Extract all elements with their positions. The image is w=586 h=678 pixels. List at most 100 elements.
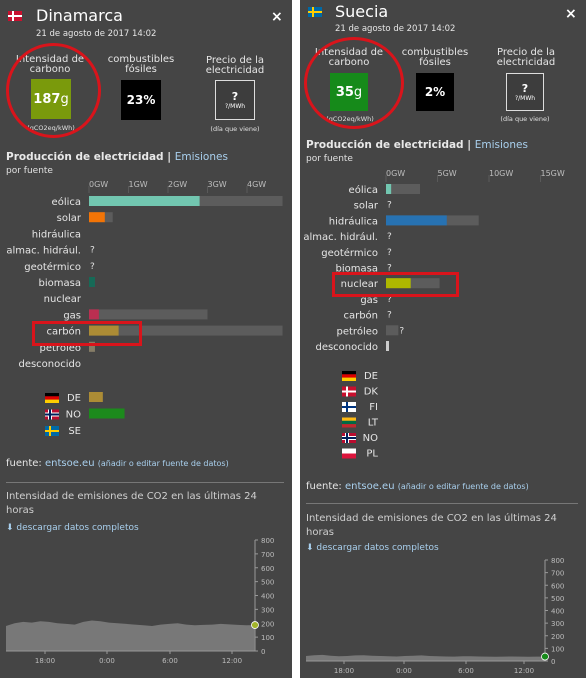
edit-source-link[interactable]: (añadir o editar fuente de datos) xyxy=(98,459,229,468)
emissions-link[interactable]: Emisiones xyxy=(475,139,528,151)
edit-source-link[interactable]: (añadir o editar fuente de datos) xyxy=(398,482,529,491)
y-tick-label: 800 xyxy=(551,557,564,565)
flag-icon-no xyxy=(45,409,59,420)
country-title: Suecia xyxy=(335,2,389,21)
separator: | xyxy=(167,151,172,163)
price-note: (día que viene) xyxy=(500,115,550,123)
flag-part xyxy=(45,430,59,432)
download-link[interactable]: ⬇ descargar datos completos xyxy=(306,543,439,553)
flag-icon-se xyxy=(45,426,59,436)
exchange-country-code: NO xyxy=(363,433,378,444)
production-title: Producción de electricidad xyxy=(6,151,164,163)
highlight-rect-nuclear xyxy=(332,272,459,297)
axis-tick-label: 15GW xyxy=(541,169,565,178)
divider xyxy=(306,503,578,504)
unknown-mark: ? xyxy=(387,232,392,242)
axis-tick-label: 2GW xyxy=(168,180,187,189)
history-chart: 800 700 600 500 400 300 200 100 0 18:00 0:00 6:00 12… xyxy=(6,537,274,665)
source-label: hidráulica xyxy=(329,215,378,227)
exchange-row: DE xyxy=(342,371,378,382)
fossil-fuels-value: 23% xyxy=(126,93,156,107)
unknown-mark: ? xyxy=(399,326,404,336)
electricity-price-value: ? xyxy=(231,90,239,103)
x-tick-label: 0:00 xyxy=(396,667,412,675)
electricity-price-label: Precio de la electricidad xyxy=(496,47,556,68)
country-panel-denmark: Dinamarca × 21 de agosto de 2017 14:02 I… xyxy=(0,0,292,678)
highlight-rect-coal xyxy=(32,321,142,346)
close-icon[interactable]: × xyxy=(565,6,577,22)
flag-icon-denmark xyxy=(8,11,22,21)
history-title: Intensidad de emisiones de CO2 en las úl… xyxy=(6,491,257,516)
unknown-mark: ? xyxy=(387,201,392,211)
x-tick-label: 18:00 xyxy=(35,657,55,665)
exchange-country-code: PL xyxy=(366,449,378,460)
production-bar xyxy=(386,184,392,194)
electricity-price-value: ? xyxy=(521,82,529,95)
by-source-label: por fuente xyxy=(306,154,353,164)
fossil-fuels-value-box[interactable]: 23% xyxy=(121,80,161,120)
country-panel-sweden: Suecia × 21 de agosto de 2017 14:02 Inte… xyxy=(300,0,586,678)
exchange-row: NO xyxy=(342,433,378,444)
source-label: desconocido xyxy=(315,342,378,353)
x-tick-label: 6:00 xyxy=(162,657,178,665)
source-label: desconocido xyxy=(18,359,81,370)
production-header: Producción de electricidad | Emisiones xyxy=(6,151,228,163)
y-tick-label: 100 xyxy=(551,645,564,653)
production-bar xyxy=(386,215,447,226)
datetime: 21 de agosto de 2017 14:02 xyxy=(36,29,157,39)
production-bar xyxy=(89,212,105,223)
flag-icon-pl xyxy=(342,448,356,459)
production-bar xyxy=(386,341,389,351)
axis-tick-label: 0GW xyxy=(386,169,405,178)
source-label: biomasa xyxy=(39,278,81,289)
y-tick-label: 300 xyxy=(261,606,274,614)
price-note: (día que viene) xyxy=(210,125,260,133)
country-title: Dinamarca xyxy=(36,6,123,25)
production-chart: 0GW 1GW 2GW 3GW 4GW eólica solar hidráulica alma… xyxy=(6,180,283,437)
highlight-ring xyxy=(6,43,101,138)
source-label: geotérmico xyxy=(24,261,81,273)
flag-part xyxy=(342,417,356,421)
unknown-mark: ? xyxy=(90,262,95,272)
source-link[interactable]: entsoe.eu xyxy=(345,481,395,492)
history-area xyxy=(306,654,545,661)
exchange-country-code: LT xyxy=(368,418,379,429)
exchange-country-code: DK xyxy=(364,387,379,398)
electricity-price-unit: ?/MWh xyxy=(514,95,536,102)
y-tick-label: 700 xyxy=(551,570,564,578)
fossil-fuels-value-box[interactable]: 2% xyxy=(416,73,454,111)
exchange-bar xyxy=(89,408,125,419)
separator: | xyxy=(467,139,472,151)
y-tick-label: 0 xyxy=(261,648,265,656)
y-tick-label: 100 xyxy=(261,634,274,642)
source-label: eólica xyxy=(349,184,378,196)
production-bar xyxy=(89,196,200,206)
history-title: Intensidad de emisiones de CO2 en las úl… xyxy=(306,513,557,538)
close-icon[interactable]: × xyxy=(271,9,283,25)
emissions-link[interactable]: Emisiones xyxy=(175,151,228,163)
flag-part xyxy=(342,371,356,375)
flag-part xyxy=(45,393,59,397)
exchange-row: FI xyxy=(342,402,378,413)
unknown-mark: ? xyxy=(387,311,392,321)
highlight-ring xyxy=(304,37,404,129)
by-source-label: por fuente xyxy=(6,166,53,176)
electricity-price-value-box[interactable]: ? ?/MWh xyxy=(506,73,544,111)
source-link[interactable]: entsoe.eu xyxy=(45,458,95,469)
flag-part xyxy=(342,406,356,408)
production-header: Producción de electricidad | Emisiones xyxy=(306,139,528,151)
divider xyxy=(6,482,284,483)
flag-icon-lt xyxy=(342,417,356,428)
download-link[interactable]: ⬇ descargar datos completos xyxy=(6,523,139,533)
capacity-bar xyxy=(89,309,208,320)
source-label: nuclear xyxy=(44,294,82,305)
electricity-price-label: Precio de la electricidad xyxy=(205,55,265,76)
current-value-dot xyxy=(541,652,549,661)
axis-tick-label: 4GW xyxy=(247,180,266,189)
flag-part xyxy=(342,448,356,454)
y-tick-label: 200 xyxy=(551,633,564,641)
electricity-price-value-box[interactable]: ? ?/MWh xyxy=(215,80,255,120)
source-label: petróleo xyxy=(337,325,378,337)
flag-icon-de xyxy=(342,371,356,381)
source-label: solar xyxy=(57,213,82,224)
